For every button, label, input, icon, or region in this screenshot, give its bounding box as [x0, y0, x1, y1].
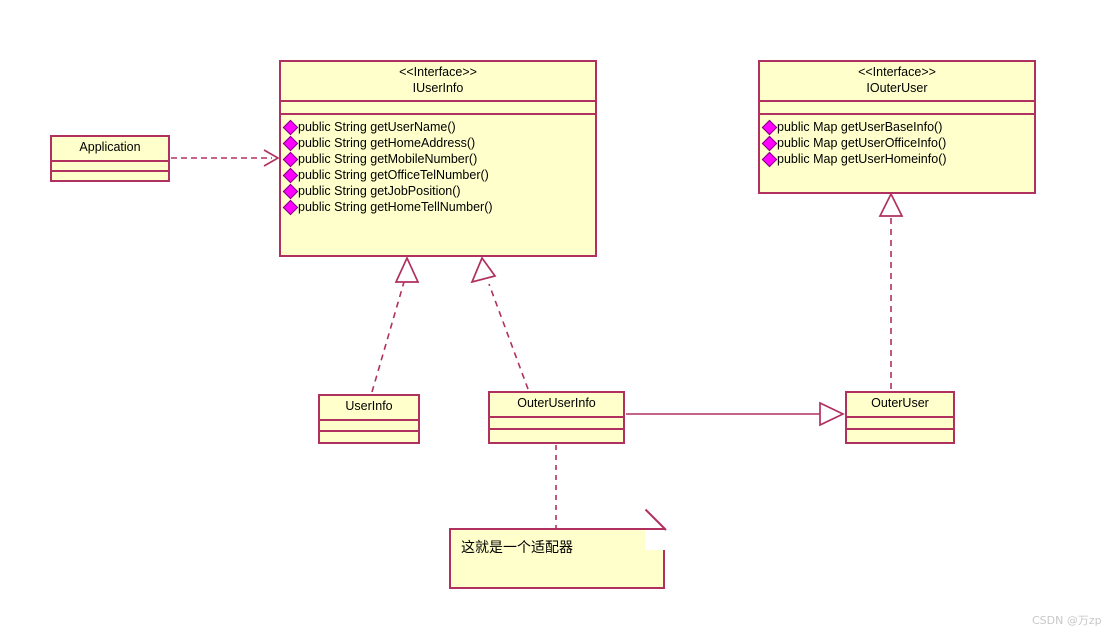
class-userinfo[interactable]: UserInfo	[318, 394, 420, 444]
operation-row: public Map getUserHomeinfo()	[761, 151, 1031, 168]
method-diamond-icon	[282, 199, 299, 216]
operation-row: public Map getUserOfficeInfo()	[761, 135, 1031, 152]
method-diamond-icon	[282, 167, 299, 184]
class-outeruserinfo[interactable]: OuterUserInfo	[488, 391, 625, 444]
operation-row: public String getHomeTellNumber()	[282, 199, 592, 216]
class-application-attributes	[52, 159, 168, 170]
operation-row: public String getUserName()	[282, 119, 592, 136]
method-diamond-icon	[282, 119, 299, 136]
operation-row: public String getMobileNumber()	[282, 151, 592, 168]
edge-outeruserinfo-realizes-iuserinfo	[470, 256, 529, 390]
note-fold-corner	[644, 508, 667, 550]
diagram-canvas: Application <<Interface>> IUserInfo publ…	[0, 0, 1110, 635]
class-outeruserinfo-attributes	[490, 415, 623, 428]
class-userinfo-name: UserInfo	[345, 399, 393, 413]
class-userinfo-operations	[320, 430, 418, 442]
method-diamond-icon	[282, 151, 299, 168]
method-diamond-icon	[761, 119, 778, 136]
class-outeruser-operations	[847, 427, 953, 440]
class-application-operations	[52, 169, 168, 180]
class-iuserinfo-name: IUserInfo	[412, 80, 464, 95]
operation-row: public String getJobPosition()	[282, 183, 592, 200]
method-diamond-icon	[761, 151, 778, 168]
class-application[interactable]: Application	[50, 135, 170, 182]
class-outeruserinfo-header: OuterUserInfo	[490, 393, 623, 416]
class-iuserinfo-attributes	[281, 100, 595, 113]
edge-outeruserinfo-to-outeruser	[626, 401, 845, 427]
operation-row: public String getHomeAddress()	[282, 135, 592, 152]
class-userinfo-header: UserInfo	[320, 396, 418, 419]
class-outeruser-name: OuterUser	[871, 396, 929, 410]
class-iuserinfo[interactable]: <<Interface>> IUserInfo public String ge…	[279, 60, 597, 257]
method-diamond-icon	[282, 183, 299, 200]
class-outeruser-header: OuterUser	[847, 393, 953, 416]
class-iuserinfo-header: <<Interface>> IUserInfo	[281, 62, 595, 100]
class-outeruser[interactable]: OuterUser	[845, 391, 955, 444]
operation-row: public Map getUserBaseInfo()	[761, 119, 1031, 136]
note-fold-line	[644, 508, 667, 531]
class-iouteruser-attributes	[760, 100, 1034, 113]
class-iouteruser[interactable]: <<Interface>> IOuterUser public Map getU…	[758, 60, 1036, 194]
class-iouteruser-stereotype: <<Interface>>	[858, 65, 936, 79]
edge-outeruser-realizes-iouteruser	[878, 192, 904, 389]
edge-application-uses-iuserinfo	[171, 149, 280, 167]
class-outeruser-attributes	[847, 415, 953, 428]
class-iouteruser-operations: public Map getUserBaseInfo() public Map …	[760, 113, 1034, 172]
note-adapter[interactable]: 这就是一个适配器	[449, 508, 667, 589]
class-outeruserinfo-name: OuterUserInfo	[517, 396, 596, 410]
method-diamond-icon	[761, 135, 778, 152]
class-userinfo-attributes	[320, 418, 418, 431]
class-iuserinfo-operations: public String getUserName() public Strin…	[281, 113, 595, 220]
watermark: CSDN @万zp	[1032, 614, 1102, 627]
method-diamond-icon	[282, 135, 299, 152]
class-iouteruser-header: <<Interface>> IOuterUser	[760, 62, 1034, 100]
edge-userinfo-realizes-iuserinfo	[371, 255, 420, 393]
operation-row: public String getOfficeTelNumber()	[282, 167, 592, 184]
class-outeruserinfo-operations	[490, 427, 623, 440]
class-iuserinfo-stereotype: <<Interface>>	[399, 65, 477, 79]
class-iouteruser-name: IOuterUser	[866, 80, 928, 95]
note-text: 这就是一个适配器	[461, 539, 573, 555]
class-application-header: Application	[52, 137, 168, 160]
class-application-name: Application	[79, 140, 141, 154]
